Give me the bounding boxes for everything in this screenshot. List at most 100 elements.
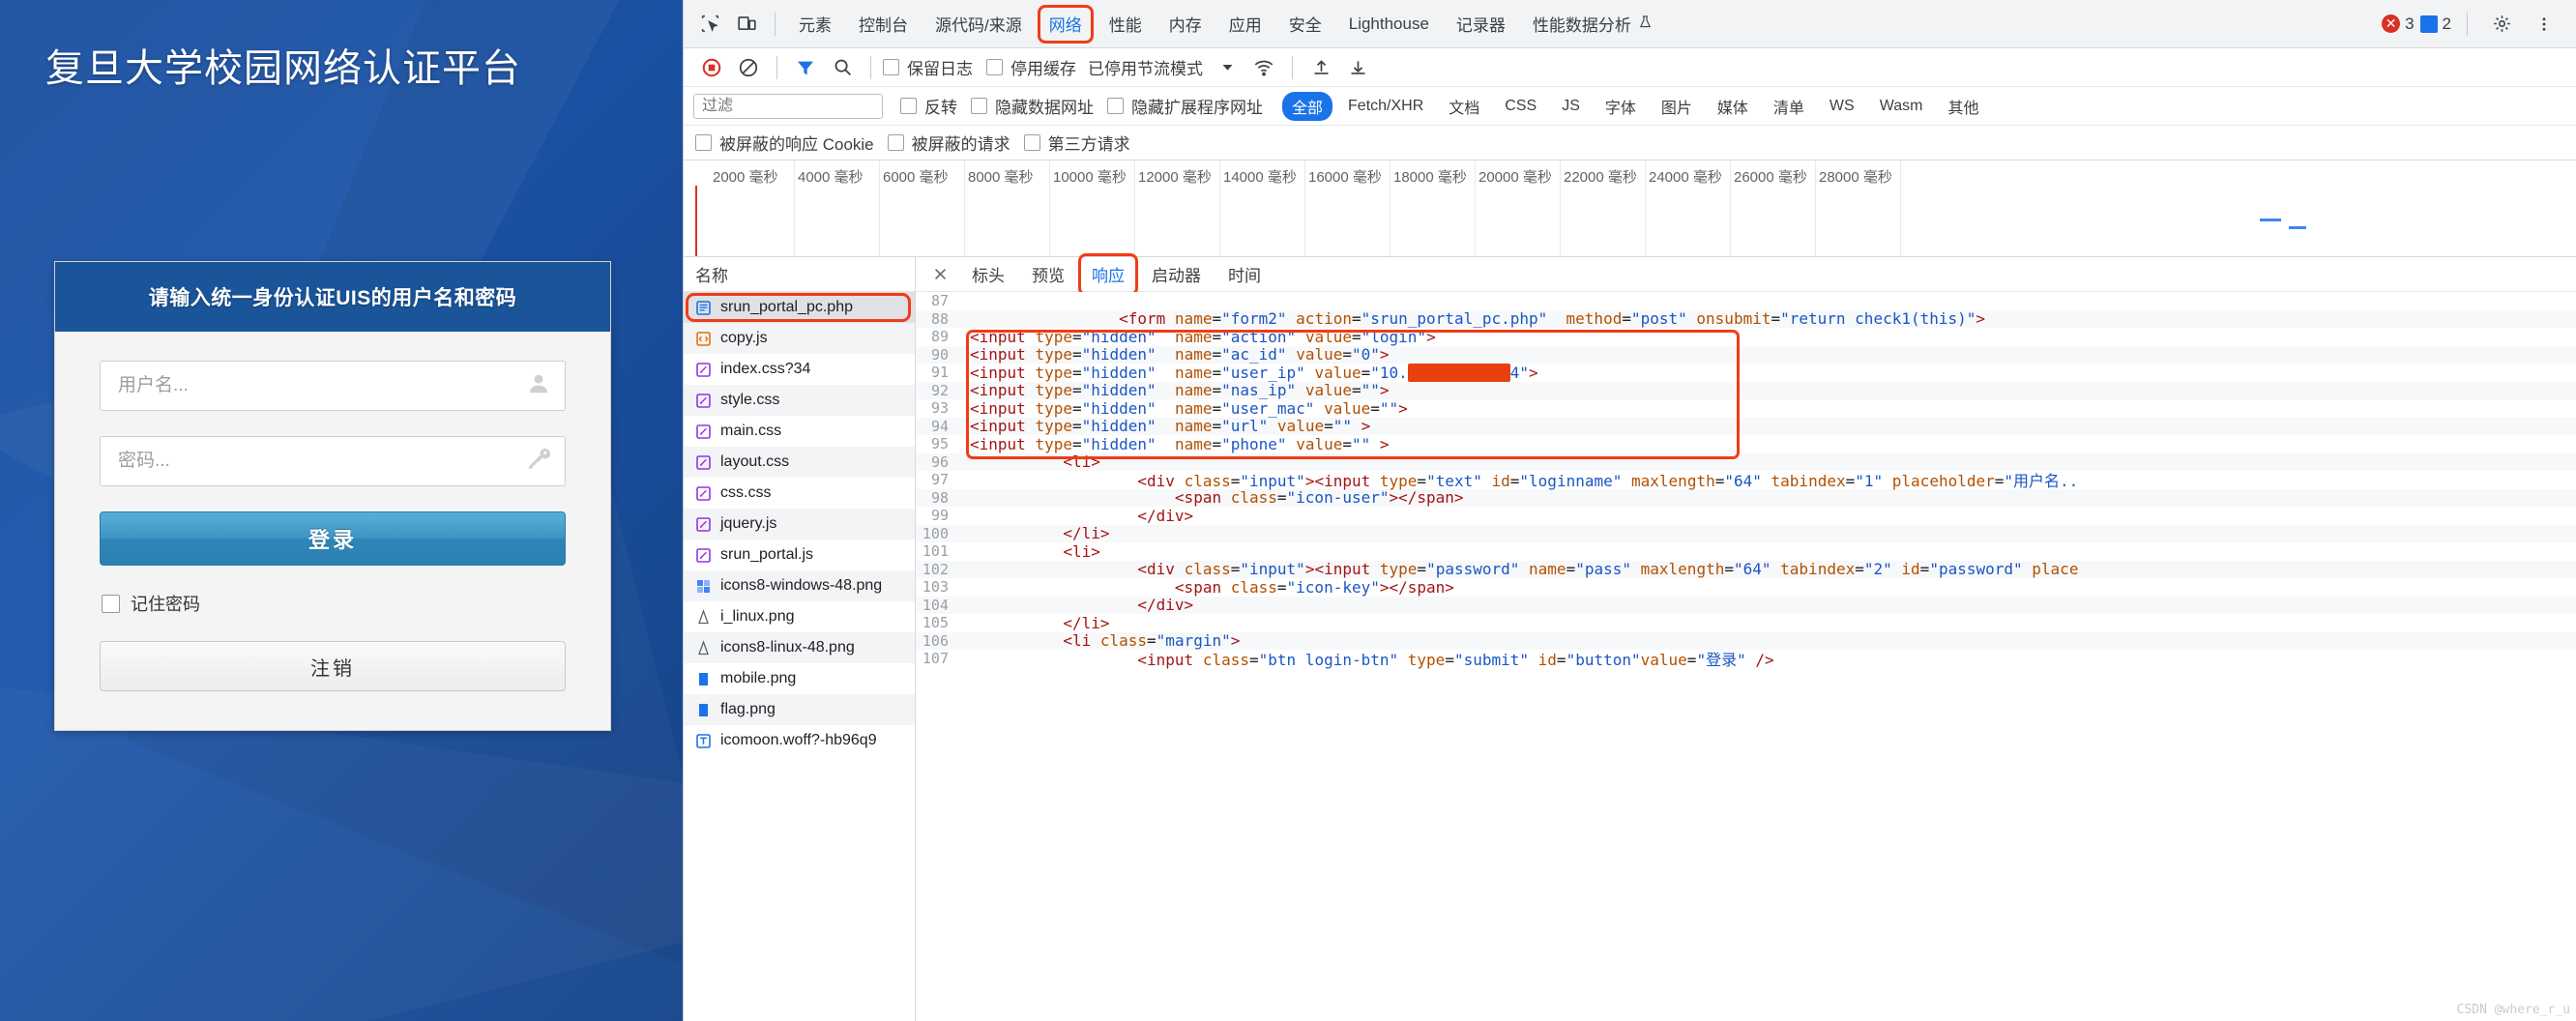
- checkbox-box[interactable]: [986, 59, 1003, 75]
- blocked-cookies-checkbox[interactable]: 被屏蔽的响应 Cookie: [695, 131, 874, 155]
- upload-arrow-icon[interactable]: [1303, 49, 1339, 86]
- detail-tab-预览[interactable]: 预览: [1018, 257, 1078, 292]
- request-row[interactable]: main.css: [684, 416, 915, 447]
- detail-tab-时间[interactable]: 时间: [1215, 257, 1274, 292]
- tab-性能数据分析[interactable]: 性能数据分析: [1519, 0, 1666, 48]
- detail-tab-响应[interactable]: 响应: [1078, 252, 1138, 296]
- request-row[interactable]: i_linux.png: [684, 601, 915, 632]
- document-icon: [695, 300, 712, 316]
- code-text: <input type="hidden" name="nas_ip" value…: [970, 381, 1390, 400]
- code-line: 97 <div class="input"><input type="text"…: [916, 471, 2576, 490]
- filter-type-文档[interactable]: 文档: [1439, 92, 1489, 121]
- request-row[interactable]: css.css: [684, 478, 915, 509]
- remember-password-checkbox[interactable]: 记住密码: [102, 591, 566, 616]
- message-badge[interactable]: 2: [2419, 15, 2451, 34]
- checkbox-box[interactable]: [695, 134, 712, 151]
- request-row[interactable]: icons8-linux-48.png: [684, 632, 915, 663]
- checkbox-box[interactable]: [900, 98, 917, 114]
- filter-type-Wasm[interactable]: Wasm: [1870, 95, 1933, 118]
- tab-应用[interactable]: 应用: [1215, 0, 1275, 48]
- clear-icon[interactable]: [730, 49, 767, 86]
- tab-控制台[interactable]: 控制台: [845, 0, 922, 48]
- record-stop-icon[interactable]: [693, 49, 730, 86]
- tab-源代码-来源[interactable]: 源代码/来源: [922, 0, 1036, 48]
- gear-icon[interactable]: [2483, 6, 2520, 43]
- preserve-log-checkbox[interactable]: 保留日志: [883, 55, 973, 79]
- filter-input[interactable]: [693, 93, 883, 119]
- request-row[interactable]: style.css: [684, 385, 915, 416]
- close-icon[interactable]: [922, 256, 958, 293]
- filter-type-Fetch-XHR[interactable]: Fetch/XHR: [1338, 95, 1433, 118]
- request-name: i_linux.png: [720, 608, 795, 625]
- error-badge[interactable]: ✕ 3: [2382, 15, 2415, 34]
- filter-type-CSS[interactable]: CSS: [1495, 95, 1546, 118]
- request-row[interactable]: flag.png: [684, 694, 915, 725]
- tab-Lighthouse[interactable]: Lighthouse: [1335, 0, 1443, 48]
- hide-extension-urls-checkbox[interactable]: 隐藏扩展程序网址: [1107, 94, 1263, 118]
- password-input[interactable]: [101, 437, 565, 485]
- blocked-requests-checkbox[interactable]: 被屏蔽的请求: [887, 131, 1010, 155]
- logout-button[interactable]: 注销: [100, 641, 566, 691]
- tab-内存[interactable]: 内存: [1156, 0, 1215, 48]
- search-icon[interactable]: [824, 49, 861, 86]
- tab-网络[interactable]: 网络: [1036, 0, 1096, 48]
- code-line: 90 <input type="hidden" name="ac_id" valu…: [916, 345, 2576, 364]
- request-name: flag.png: [720, 701, 776, 717]
- request-row[interactable]: srun_portal_pc.php: [684, 292, 915, 323]
- code-text: <input class="btn login-btn" type="submi…: [1137, 651, 1774, 670]
- detail-tab-标头[interactable]: 标头: [958, 257, 1018, 292]
- invert-checkbox[interactable]: 反转: [900, 94, 957, 118]
- divider: [775, 12, 776, 36]
- username-field-wrap[interactable]: [100, 361, 566, 411]
- invert-label: 反转: [924, 99, 957, 117]
- network-body: 名称 srun_portal_pc.php copy.js index.css?34…: [684, 252, 2576, 1021]
- request-row[interactable]: index.css?34: [684, 354, 915, 385]
- more-vertical-icon[interactable]: [2526, 6, 2562, 43]
- device-toolbar-icon[interactable]: [728, 6, 765, 43]
- download-arrow-icon[interactable]: [1339, 49, 1376, 86]
- checkbox-box[interactable]: [1023, 134, 1040, 151]
- username-input[interactable]: [101, 362, 565, 410]
- request-row[interactable]: mobile.png: [684, 663, 915, 694]
- password-field-wrap[interactable]: [100, 436, 566, 486]
- tab-性能[interactable]: 性能: [1096, 0, 1156, 48]
- login-button[interactable]: 登录: [100, 511, 566, 566]
- network-overview-timeline[interactable]: 2000 毫秒 4000 毫秒 6000 毫秒 8000 毫秒 10000 毫秒 1200…: [684, 160, 2576, 257]
- checkbox-box[interactable]: [883, 59, 899, 75]
- tab-记录器[interactable]: 记录器: [1443, 0, 1519, 48]
- filter-type-图片[interactable]: 图片: [1652, 92, 1702, 121]
- filter-funnel-icon[interactable]: [787, 49, 824, 86]
- request-row[interactable]: icomoon.woff?-hb96q9: [684, 725, 915, 756]
- filter-type-字体[interactable]: 字体: [1595, 92, 1646, 121]
- checkbox-box[interactable]: [971, 98, 987, 114]
- request-row[interactable]: icons8-windows-48.png: [684, 570, 915, 601]
- wifi-icon[interactable]: [1245, 49, 1282, 86]
- filter-type-全部[interactable]: 全部: [1282, 91, 1333, 121]
- filter-type-清单[interactable]: 清单: [1764, 92, 1814, 121]
- request-row[interactable]: jquery.js: [684, 509, 915, 540]
- hide-data-urls-checkbox[interactable]: 隐藏数据网址: [971, 94, 1094, 118]
- inspect-element-icon[interactable]: [691, 6, 728, 43]
- checkbox-box[interactable]: [887, 134, 904, 151]
- filter-type-其他[interactable]: 其他: [1938, 92, 1988, 121]
- font-icon: [695, 733, 712, 749]
- chevron-down-icon[interactable]: [1209, 49, 1245, 86]
- filter-type-媒体[interactable]: 媒体: [1708, 92, 1758, 121]
- throttling-label[interactable]: 已停用节流模式: [1088, 55, 1203, 79]
- filter-type-WS[interactable]: WS: [1820, 95, 1864, 118]
- checkbox-box[interactable]: [102, 594, 120, 613]
- filter-type-JS[interactable]: JS: [1552, 95, 1590, 118]
- third-party-requests-checkbox[interactable]: 第三方请求: [1023, 131, 1130, 155]
- checkbox-box[interactable]: [1107, 98, 1124, 114]
- tab-元素[interactable]: 元素: [785, 0, 845, 48]
- request-name: srun_portal_pc.php: [720, 299, 853, 315]
- response-code-viewer[interactable]: 87 88 <form name="form2" action="srun_por…: [916, 292, 2576, 1021]
- tab-安全[interactable]: 安全: [1275, 0, 1335, 48]
- request-name: style.css: [720, 392, 780, 408]
- request-row[interactable]: layout.css: [684, 447, 915, 478]
- disable-cache-checkbox[interactable]: 停用缓存: [986, 55, 1076, 79]
- detail-tab-启动器[interactable]: 启动器: [1138, 257, 1215, 292]
- request-row[interactable]: copy.js: [684, 323, 915, 354]
- request-row[interactable]: srun_portal.js: [684, 540, 915, 570]
- request-rows: srun_portal_pc.php copy.js index.css?34 sty…: [684, 292, 915, 1021]
